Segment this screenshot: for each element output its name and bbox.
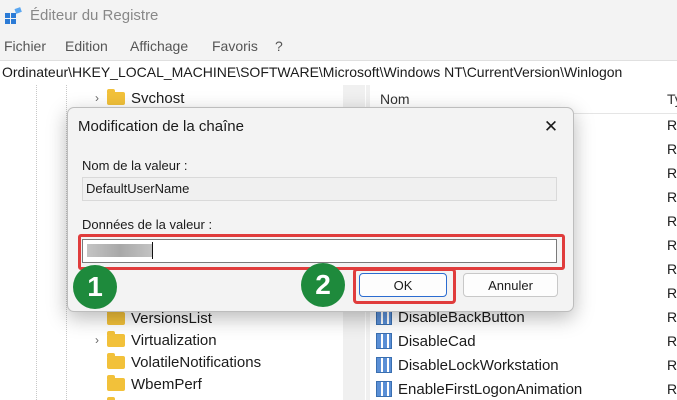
menu-bar: Fichier Edition Affichage Favoris ? [0,36,677,58]
folder-icon [107,352,125,369]
menu-affichage[interactable]: Affichage [130,38,188,54]
type-cell: R [667,117,677,133]
reg-binary-icon [376,333,392,349]
menu-help[interactable]: ? [275,38,283,54]
folder-icon [107,374,125,391]
tree-item-label: VolatileNotifications [131,353,262,371]
reg-binary-icon [376,381,392,397]
type-cell: R [667,237,677,253]
cancel-button[interactable]: Annuler [463,273,558,297]
type-cell: R [667,165,677,181]
value-name: DisableCad [398,332,476,350]
tree-item-label: WbemPerf [131,375,202,393]
list-row-disablecad[interactable]: DisableCad [376,330,476,352]
column-header-type[interactable]: Ty [667,91,677,107]
tree-item-label: Svchost [131,89,185,107]
tree-item-virtualization[interactable]: › Virtualization [90,329,217,351]
type-cell: R [667,357,677,373]
tree-item-volatilenotifications[interactable]: VolatileNotifications [90,351,261,373]
address-bar[interactable]: Ordinateur\HKEY_LOCAL_MACHINE\SOFTWARE\M… [0,60,677,86]
tree-item-partial[interactable] [90,395,131,400]
list-row-disablelockworkstation[interactable]: DisableLockWorkstation [376,354,559,376]
value-data-label: Données de la valeur : [82,217,213,232]
title-bar: Éditeur du Registre [0,0,677,32]
menu-favoris[interactable]: Favoris [212,38,258,54]
reg-binary-icon [376,357,392,373]
value-name: EnableFirstLogonAnimation [398,380,583,398]
column-header-name[interactable]: Nom [380,91,410,107]
folder-icon [107,88,125,105]
folder-icon [107,308,125,325]
step-badge-1: 1 [73,265,117,309]
type-cell: R [667,333,677,349]
tree-item-svchost[interactable]: › Svchost [90,87,184,109]
address-path: Ordinateur\HKEY_LOCAL_MACHINE\SOFTWARE\M… [2,64,623,80]
type-cell: R [667,141,677,157]
tree-item-label: VersionsList [131,309,212,327]
type-cell: R [667,285,677,301]
list-row-enablefirstlogonanimation[interactable]: EnableFirstLogonAnimation [376,378,582,400]
value-name-field: DefaultUserName [82,177,557,201]
type-cell: R [667,213,677,229]
value-name-label: Nom de la valeur : [82,158,188,173]
highlight-ok-button [353,268,456,304]
chevron-right-icon[interactable]: › [90,91,104,105]
tree-item-label: Virtualization [131,331,217,349]
tree-item-wbemperf[interactable]: WbemPerf [90,373,202,395]
registry-editor-icon [5,7,22,24]
type-cell: R [667,189,677,205]
menu-edition[interactable]: Edition [65,38,108,54]
tree-guide-line [36,85,37,400]
window-title: Éditeur du Registre [30,7,159,24]
type-cell: R [667,261,677,277]
step-badge-2: 2 [301,263,345,307]
chevron-right-icon[interactable]: › [90,333,104,347]
dialog-title: Modification de la chaîne [78,118,244,135]
value-name: DisableLockWorkstation [398,356,559,374]
type-cell: R [667,381,677,397]
menu-fichier[interactable]: Fichier [4,38,46,54]
folder-icon [107,330,125,347]
close-icon[interactable]: ✕ [540,116,562,138]
type-cell: R [667,309,677,325]
